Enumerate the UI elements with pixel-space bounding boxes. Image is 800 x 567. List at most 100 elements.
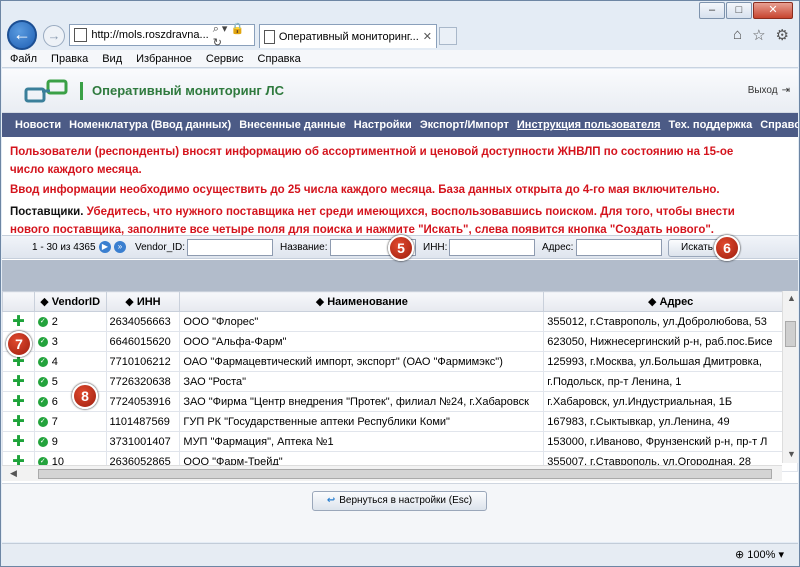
home-icon[interactable]: ⌂	[733, 26, 742, 44]
nav-nomenclature[interactable]: Номенклатура (Ввод данных)	[69, 119, 231, 131]
inn-cell: 3731001407	[105, 431, 181, 452]
zoom-level: 100%	[747, 549, 776, 561]
vendorid-cell: ✓ 2	[33, 311, 107, 332]
table-row[interactable]: ✚ ✓ 2 2634056663 ООО "Флорес" 355012, г.Ставр…	[2, 311, 798, 332]
scroll-left-icon[interactable]: ◀	[10, 468, 17, 479]
return-to-settings-button[interactable]: ↩ Вернуться в настройки (Esc)	[312, 491, 487, 511]
exit-label: Выход	[747, 85, 778, 96]
menu-help[interactable]: Справка	[258, 50, 301, 67]
window-controls: – □ ✕	[699, 2, 793, 19]
exit-link[interactable]: Выход ⇥	[748, 85, 790, 96]
inn-input[interactable]	[449, 239, 535, 256]
nav-export-import[interactable]: Экспорт/Импорт	[420, 119, 509, 131]
scroll-down-icon[interactable]: ▼	[787, 449, 796, 459]
vendorid-col-header[interactable]: ◆ VendorID	[33, 291, 107, 312]
notice-block: Пользователи (респонденты) вносят информ…	[2, 137, 798, 239]
address-input[interactable]	[576, 239, 662, 256]
add-vendor-icon[interactable]: ✚	[2, 391, 35, 412]
table-body: ✚ ✓ 2 2634056663 ООО "Флорес" 355012, г.Ставр…	[2, 311, 798, 472]
page-footer: ↩ Вернуться в настройки (Esc)	[2, 483, 798, 542]
inn-cell: 7726320638	[105, 371, 181, 392]
name-cell: ООО "Флорес"	[179, 311, 545, 332]
scroll-up-icon[interactable]: ▲	[787, 293, 796, 303]
inn-cell: 2634056663	[105, 311, 181, 332]
zoom-icon: ⊕	[735, 549, 745, 561]
vendorid-cell: ✓ 4	[33, 351, 107, 372]
check-icon: ✓	[37, 376, 48, 387]
nav-news[interactable]: Новости	[15, 119, 61, 131]
menu-file[interactable]: Файл	[10, 50, 37, 67]
menu-tools[interactable]: Сервис	[206, 50, 244, 67]
annotation-badge-6: 6	[714, 235, 740, 261]
table-row[interactable]: ✚ ✓ 5 7726320638 ЗАО "Роста" г.Подольск, пр-т…	[2, 371, 798, 392]
menu-edit[interactable]: Правка	[51, 50, 88, 67]
tab-close-icon[interactable]: ✕	[423, 30, 432, 43]
suppliers-text: Убедитесь, что нужного поставщика нет ср…	[83, 206, 735, 218]
maximize-icon[interactable]: □	[726, 2, 752, 19]
table-row[interactable]: ✚✓36646015620ООО "Альфа-Фарм"623050, Ниж…	[2, 331, 798, 352]
check-icon: ✓	[37, 436, 48, 447]
grid-toolbar-band	[2, 260, 798, 291]
add-vendor-icon[interactable]: ✚	[2, 371, 35, 392]
annotation-badge-7: 7	[6, 331, 32, 357]
name-cell: ЗАО "Фирма "Центр внедрения "Протек", фи…	[179, 391, 545, 412]
return-arrow-icon: ↩	[326, 495, 336, 506]
nav-entered-data[interactable]: Внесенные данные	[239, 119, 346, 131]
nav-support[interactable]: Тех. поддержка	[669, 119, 753, 131]
nav-reference[interactable]: Справочни	[760, 119, 798, 131]
check-icon: ✓	[37, 356, 48, 367]
address-cell: 125993, г.Москва, ул.Большая Дмитровка,	[543, 351, 798, 372]
vertical-scroll-thumb[interactable]	[785, 321, 796, 347]
browser-window: – □ ✕ ← → http://mols.roszdravna... ⌕ ▾ …	[0, 0, 800, 567]
menu-favorites[interactable]: Избранное	[136, 50, 192, 67]
table-row[interactable]: ✚ ✓ 9 3731001407 МУП "Фармация", Аптека №1 15…	[2, 431, 798, 452]
minimize-icon[interactable]: –	[699, 2, 725, 19]
notice-line-4: Поставщики. Убедитесь, что нужного поста…	[10, 203, 798, 221]
horizontal-scrollbar[interactable]: ◀	[2, 465, 782, 481]
add-vendor-icon[interactable]: ✚	[2, 431, 35, 452]
table-row[interactable]: ✚ ✓ 6 7724053916 ЗАО "Фирма "Центр внедрения…	[2, 391, 798, 412]
check-icon: ✓	[37, 336, 48, 347]
table-row[interactable]: ✚ ✓ 4 7710106212 ОАО "Фармацевтический импор…	[2, 351, 798, 372]
new-tab-button[interactable]	[439, 27, 457, 45]
vendorid-cell: ✓ 9	[33, 431, 107, 452]
table-row[interactable]: ✚ ✓ 7 1101487569 ГУП РК "Государственные апт…	[2, 411, 798, 432]
name-col-header[interactable]: ◆ Наименование	[179, 291, 545, 312]
vendor-id-input[interactable]	[187, 239, 273, 256]
annotation-badge-5: 5	[388, 235, 414, 261]
name-cell: ОАО "Фармацевтический импорт, экспорт" (…	[179, 351, 545, 372]
search-icon[interactable]: ⌕ ▾ 🔒 ↻	[213, 22, 254, 49]
menu-view[interactable]: Вид	[102, 50, 122, 67]
browser-tab[interactable]: Оперативный мониторинг... ✕	[259, 24, 437, 48]
last-page-icon[interactable]: »	[114, 241, 126, 253]
address-bar[interactable]: http://mols.roszdravna... ⌕ ▾ 🔒 ↻	[69, 22, 255, 49]
inn-col-header[interactable]: ◆ ИНН	[105, 291, 181, 312]
pager-range: 1 - 30 из 4365	[32, 242, 96, 253]
address-cell: г.Подольск, пр-т Ленина, 1	[543, 371, 798, 392]
status-bar: ⊕ 100% ▾	[2, 543, 798, 566]
address-cell: 167983, г.Сыктывкар, ул.Ленина, 49	[543, 411, 798, 432]
zoom-control[interactable]: ⊕ 100% ▾	[735, 548, 784, 561]
next-page-icon[interactable]: ▶	[99, 241, 111, 253]
address-col-header[interactable]: ◆ Адрес	[543, 291, 798, 312]
horizontal-scroll-thumb[interactable]	[38, 469, 772, 479]
vendorid-cell: ✓ 3	[33, 331, 107, 352]
inn-label: ИНН:	[423, 242, 448, 253]
add-vendor-icon[interactable]: ✚	[2, 311, 35, 332]
close-icon[interactable]: ✕	[753, 2, 793, 19]
action-col-header	[2, 291, 35, 312]
site-title: Оперативный мониторинг ЛС	[80, 82, 284, 100]
back-arrow-icon[interactable]: ←	[7, 20, 37, 50]
address-cell: г.Хабаровск, ул.Индустриальная, 1Б	[543, 391, 798, 412]
forward-arrow-icon[interactable]: →	[43, 25, 65, 47]
nav-user-guide[interactable]: Инструкция пользователя	[517, 119, 661, 131]
check-icon: ✓	[37, 416, 48, 427]
menu-bar: Файл Правка Вид Избранное Сервис Справка	[2, 50, 798, 68]
nav-settings[interactable]: Настройки	[354, 119, 412, 131]
gear-icon[interactable]: ⚙	[776, 26, 789, 44]
inn-cell: 7724053916	[105, 391, 181, 412]
name-cell: ЗАО "Роста"	[179, 371, 545, 392]
add-vendor-icon[interactable]: ✚	[2, 411, 35, 432]
favorites-star-icon[interactable]: ☆	[752, 26, 765, 44]
vertical-scrollbar[interactable]: ▲ ▼	[782, 291, 798, 463]
